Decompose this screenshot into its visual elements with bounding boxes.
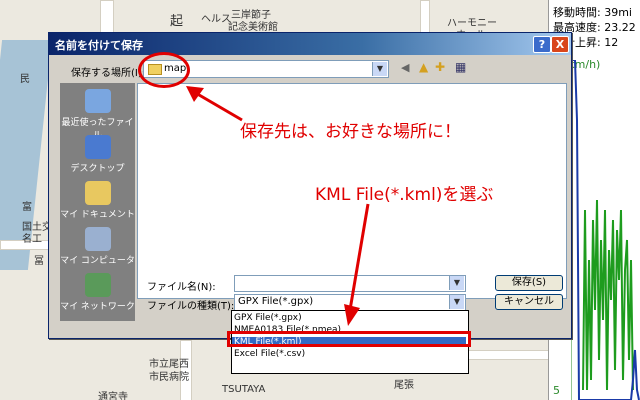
place-desktop[interactable]: デスクトップ [60,135,135,174]
speed-graph [571,60,640,400]
computer-icon [84,227,111,251]
network-icon [84,273,111,297]
documents-icon [84,181,111,205]
speed-tick: 5 [553,384,560,397]
kml-option-highlight [227,331,471,347]
view-menu-icon[interactable]: ▦ [455,60,466,74]
dialog-titlebar[interactable]: 名前を付けて保存 ? X [49,33,571,55]
map-label: 尾張 [394,380,414,391]
map-label: 記念美術館 [228,22,278,33]
moving-time: 移動時間: 39mi [553,6,632,19]
back-icon[interactable]: ◀ [401,61,409,74]
map-label: 市民病院 [149,372,189,383]
up-folder-icon[interactable]: ▲ [419,60,428,74]
chevron-down-icon[interactable]: ▼ [449,295,464,309]
option-gpx[interactable]: GPX File(*.gpx) [234,313,302,323]
place-documents[interactable]: マイ ドキュメント [60,181,135,220]
map-label: ヘルス [201,14,231,25]
filetype-label: ファイルの種類(T): [147,301,235,312]
place-label: マイ コンピュータ [60,256,135,266]
speed-line [582,199,634,391]
place-label: デスクトップ [70,164,125,174]
place-label: マイ ドキュメント [60,210,135,220]
filename-label: ファイル名(N): [147,282,216,293]
help-button[interactable]: ? [533,36,551,53]
option-csv[interactable]: Excel File(*.csv) [234,349,305,359]
arrow-to-kml [344,203,370,326]
map-label: 民 [20,74,30,85]
place-label: マイ ネットワーク [60,302,135,312]
place-network[interactable]: マイ ネットワーク [60,273,135,312]
chevron-down-icon[interactable]: ▼ [372,62,387,76]
map-label: 通宮寺 [98,392,128,400]
recent-icon [84,89,111,113]
map-label: 名工 [22,234,42,245]
place-computer[interactable]: マイ コンピュータ [60,227,135,266]
save-button[interactable]: 保存(S) [495,275,563,291]
new-folder-icon[interactable]: ✚ [435,60,445,74]
dialog-title: 名前を付けて保存 [55,39,143,52]
cancel-button[interactable]: キャンセル [495,294,563,310]
close-button[interactable]: X [551,36,569,53]
map-label: 富 [22,202,32,213]
map-label: 起 [170,14,184,29]
place-recent[interactable]: 最近使ったファイル [60,89,135,141]
places-bar: 最近使ったファイル デスクトップ マイ ドキュメント マイ コンピュータ マイ … [60,83,135,321]
chevron-down-icon[interactable]: ▼ [449,276,464,290]
save-location-note: 保存先は、お好きな場所に！ [240,122,461,142]
map-label: 冨 [34,256,44,267]
map-label: TSUTAYA [222,384,266,395]
desktop-icon [84,135,111,159]
filetype-value: GPX File(*.gpx) [238,296,314,307]
road [420,0,430,34]
save-in-label: 保存する場所(I): [71,68,146,79]
